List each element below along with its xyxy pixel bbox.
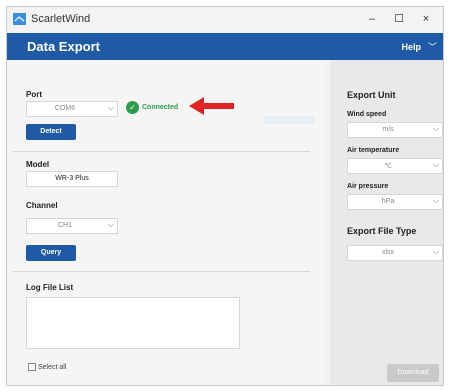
help-menu[interactable]: Help	[401, 42, 421, 52]
chevron-down-icon: ⌵	[432, 124, 439, 133]
select-all-row[interactable]: Select all	[28, 363, 66, 371]
chevron-down-icon: ⌵	[107, 220, 114, 229]
channel-select[interactable]: CH1 ⌵	[26, 218, 118, 234]
port-select[interactable]: COM6 ⌵	[26, 101, 118, 117]
chevron-down-icon: ⌵	[107, 103, 114, 112]
chevron-down-icon: ⌵	[432, 196, 439, 205]
annotation-arrow-icon	[189, 97, 234, 115]
page-title: Data Export	[27, 39, 100, 54]
title-bar: ScarletWind – ☐ ×	[7, 7, 443, 31]
select-all-label: Select all	[38, 363, 67, 371]
header-bar: Data Export Help ﹀	[7, 33, 443, 60]
air-pressure-select[interactable]: hPa ⌵	[347, 194, 443, 210]
channel-select-value: CH1	[57, 222, 72, 229]
wind-speed-value: m/s	[382, 126, 394, 133]
connection-status: ✓ Connected	[126, 101, 178, 114]
download-button[interactable]: Download	[387, 364, 439, 382]
export-file-type-value: xlsx	[381, 249, 395, 256]
close-button[interactable]: ×	[413, 10, 439, 28]
model-field: WR-3 Plus	[26, 171, 118, 187]
maximize-button[interactable]: ☐	[386, 10, 412, 28]
check-circle-icon: ✓	[126, 101, 139, 114]
app-title: ScarletWind	[31, 13, 91, 25]
connection-status-text: Connected	[142, 104, 179, 111]
wind-speed-select[interactable]: m/s ⌵	[347, 122, 443, 138]
chevron-down-icon: ⌵	[432, 160, 439, 169]
air-temperature-value: ℃	[384, 163, 392, 170]
minimize-button[interactable]: –	[359, 10, 385, 28]
right-panel	[330, 60, 443, 385]
detect-button[interactable]: Detect	[26, 124, 76, 140]
export-file-type-title: Export File Type	[347, 226, 417, 236]
export-file-type-select[interactable]: xlsx ⌵	[347, 245, 443, 261]
divider	[13, 151, 310, 152]
select-all-checkbox[interactable]	[28, 363, 36, 371]
log-file-list[interactable]	[26, 297, 240, 349]
query-button[interactable]: Query	[26, 245, 76, 261]
wind-speed-label: Wind speed	[347, 111, 387, 118]
channel-label: Channel	[26, 201, 58, 210]
air-temperature-select[interactable]: ℃ ⌵	[347, 158, 443, 174]
log-file-list-label: Log File List	[26, 283, 74, 292]
divider	[13, 271, 310, 272]
export-unit-title: Export Unit	[347, 90, 396, 100]
port-label: Port	[26, 90, 42, 99]
app-logo-icon	[13, 13, 26, 25]
air-pressure-label: Air pressure	[347, 183, 389, 190]
model-label: Model	[26, 160, 50, 169]
chevron-down-icon[interactable]: ﹀	[428, 40, 437, 53]
chevron-down-icon: ⌵	[432, 247, 439, 256]
air-pressure-value: hPa	[381, 198, 395, 205]
air-temperature-label: Air temperature	[347, 147, 400, 154]
faint-highlight	[264, 116, 314, 124]
port-select-value: COM6	[54, 105, 76, 112]
